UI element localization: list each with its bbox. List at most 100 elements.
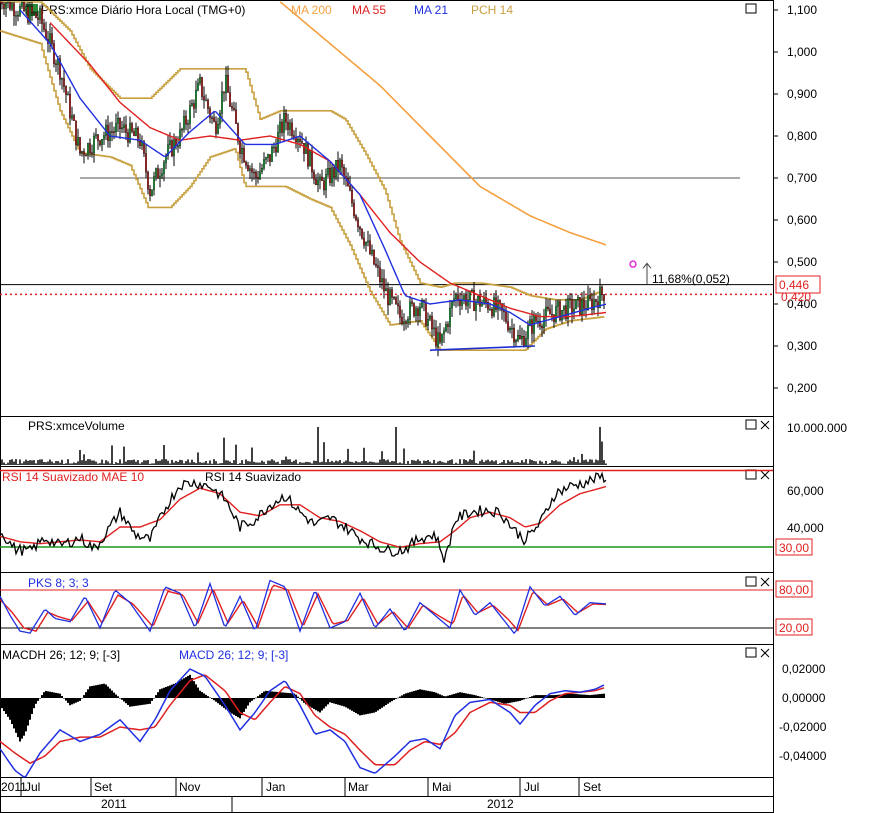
price-candle-up: [325, 174, 327, 191]
close-icon[interactable]: [760, 420, 770, 430]
macd-histogram-bar: [395, 698, 397, 699]
macd-y-tick: 0,02000: [782, 662, 826, 676]
legend-ma200[interactable]: MA 200: [291, 3, 332, 17]
macd-histogram-bar: [419, 689, 421, 698]
legend-ma55[interactable]: MA 55: [352, 3, 386, 17]
rsi-smoothed-mae-line: [0, 485, 607, 549]
price-candle-down: [215, 121, 217, 134]
price-candle-up: [49, 33, 51, 44]
pch14-lower-line: [0, 30, 605, 351]
rsi-level-label: 30,00: [779, 541, 809, 555]
macd-histogram-bar: [501, 698, 503, 703]
macd-histogram-bar: [119, 698, 121, 699]
legend-pch14[interactable]: PCH 14: [471, 3, 513, 17]
macd-histogram-bar: [569, 693, 571, 698]
macd-histogram-bar: [359, 698, 361, 716]
rsi-title-smoothed-mae[interactable]: RSI 14 Suavizado MAE 10: [2, 470, 144, 484]
macd-histogram-bar: [243, 698, 245, 712]
macd-y-tick: -0,04000: [779, 749, 827, 763]
macd-histogram-bar: [403, 694, 405, 698]
price-candle-up: [115, 123, 117, 133]
price-candle-up: [515, 340, 517, 343]
macd-histogram-bar: [525, 698, 527, 699]
price-candle-up: [195, 90, 197, 109]
price-candle-up: [511, 327, 513, 330]
macd-histogram-bar: [249, 698, 251, 703]
macd-histogram-bar: [125, 698, 127, 704]
macd-histogram-bar: [441, 695, 443, 698]
macd-histogram-bar: [233, 698, 235, 715]
macd-histogram-bar: [571, 693, 573, 698]
price-y-tick: 0,300: [787, 339, 817, 353]
price-candle-up: [297, 138, 299, 143]
maximize-icon[interactable]: [745, 576, 757, 587]
close-icon[interactable]: [760, 577, 770, 587]
macd-histogram-bar: [37, 698, 39, 701]
price-candle-up: [151, 189, 153, 196]
macd-histogram-bar: [329, 698, 331, 703]
price-candle-down: [133, 131, 135, 136]
macd-histogram-bar: [85, 692, 87, 698]
price-candle-up: [183, 116, 185, 130]
price-candle-down: [547, 306, 549, 310]
close-icon[interactable]: [760, 648, 770, 658]
price-candle-up: [155, 168, 157, 177]
macd-histogram-bar: [15, 698, 17, 733]
maximize-icon[interactable]: [745, 469, 757, 480]
price-candle-up: [451, 301, 453, 309]
price-candle-down: [211, 117, 213, 119]
macd-histogram-bar: [299, 698, 301, 699]
macd-histogram-bar: [103, 683, 105, 698]
rsi-title-smoothed[interactable]: RSI 14 Suavizado: [205, 470, 301, 484]
price-candle-down: [479, 295, 481, 307]
legend-ma21[interactable]: MA 21: [414, 3, 448, 17]
macd-histogram-bar: [239, 698, 241, 719]
macd-histogram-bar: [31, 698, 33, 714]
macd-histogram-bar: [213, 698, 215, 701]
maximize-icon[interactable]: [745, 419, 757, 430]
price-y-ticks: 1,100 1,000 0,900 0,800 0,700 0,600 0,50…: [787, 3, 817, 395]
close-icon[interactable]: [760, 470, 770, 480]
macd-histogram-bar: [499, 698, 501, 703]
price-candle-down: [149, 189, 151, 196]
macd-histogram-bar: [159, 689, 161, 698]
price-candle-down: [601, 286, 603, 295]
price-candle-up: [489, 308, 491, 311]
macd-histogram-bar: [71, 698, 73, 705]
macd-histogram-bar: [465, 693, 467, 698]
price-candle-up: [67, 93, 69, 96]
macd-title[interactable]: MACD 26; 12; 9; [-3]: [179, 648, 288, 662]
price-candle-up: [599, 286, 601, 308]
price-candle-up: [7, 1, 9, 4]
macd-histogram-bar: [297, 696, 299, 698]
macd-histogram-bar: [541, 695, 543, 698]
macd-histogram-bar: [443, 696, 445, 698]
macd-histogram-bar: [595, 694, 597, 698]
price-candle-up: [265, 157, 267, 160]
macd-histogram-bar: [271, 691, 273, 698]
maximize-icon[interactable]: [745, 3, 757, 14]
pks-title[interactable]: PKS 8; 3; 3: [28, 576, 89, 590]
price-candle-down: [373, 249, 375, 265]
price-candle-up: [577, 297, 579, 300]
macd-histogram-bar: [263, 691, 265, 698]
macd-histogram-bar: [583, 694, 585, 698]
macd-histogram-bar: [597, 694, 599, 698]
price-candle-up: [455, 294, 457, 300]
price-candle-down: [119, 118, 121, 130]
price-candle-up: [197, 82, 199, 91]
price-candle-down: [269, 154, 271, 162]
price-candle-down: [239, 141, 241, 154]
macd-histogram-bar: [493, 698, 495, 701]
price-candle-down: [295, 137, 297, 143]
macd-histogram-bar: [553, 695, 555, 698]
price-candle-up: [587, 295, 589, 311]
price-candle-up: [189, 105, 191, 124]
macdh-title[interactable]: MACDH 26; 12; 9; [-3]: [2, 648, 120, 662]
price-candle-up: [249, 168, 251, 171]
macd-histogram-bar: [585, 694, 587, 698]
maximize-icon[interactable]: [745, 647, 757, 658]
window-controls: [745, 3, 770, 658]
macd-histogram-bar: [313, 698, 315, 710]
price-candle-up: [153, 176, 155, 190]
